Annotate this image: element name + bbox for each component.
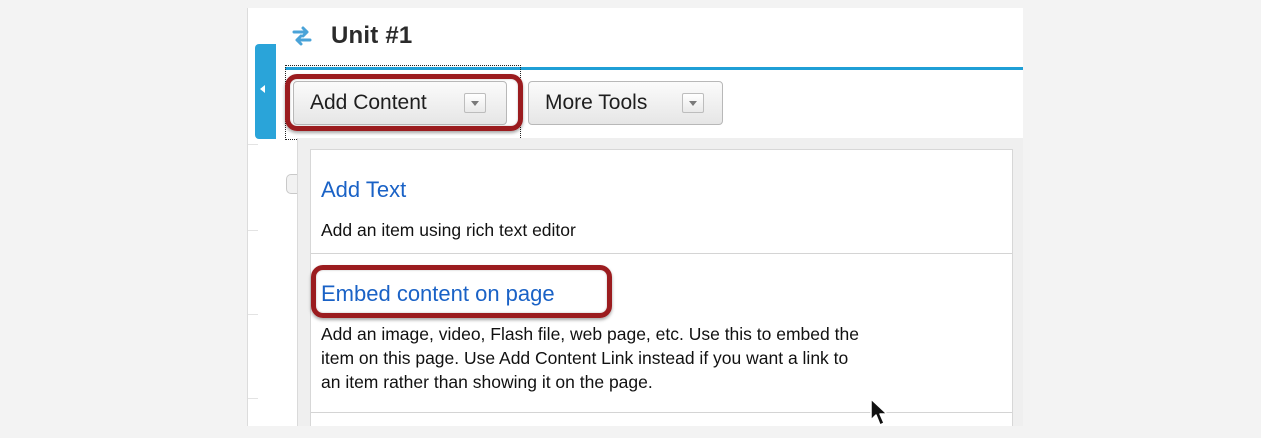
- menu-item-embed-content-description: Add an image, video, Flash file, web pag…: [321, 322, 997, 394]
- mouse-cursor-icon: [870, 398, 888, 426]
- menu-item-add-text-description: Add an item using rich text editor: [321, 220, 576, 240]
- collapse-arrow-icon: [260, 85, 265, 93]
- page-title: Unit #1: [331, 22, 413, 49]
- menu-divider: [311, 412, 1012, 413]
- description-line: item on this page. Use Add Content Link …: [321, 348, 849, 368]
- more-tools-button[interactable]: More Tools: [528, 81, 723, 125]
- side-handle: [286, 174, 297, 194]
- sidebar-collapse-tab[interactable]: [255, 44, 276, 139]
- swap-arrows-icon: [292, 26, 312, 46]
- chevron-down-icon: [682, 93, 704, 113]
- menu-divider: [311, 253, 1012, 254]
- description-line: an item rather than showing it on the pa…: [321, 372, 653, 392]
- embed-content-highlight: [311, 265, 612, 318]
- panel-left-border: [247, 8, 248, 426]
- description-line: Add an image, video, Flash file, web pag…: [321, 324, 859, 344]
- add-content-highlight: [285, 74, 523, 131]
- menu-item-add-text[interactable]: Add Text: [321, 177, 406, 203]
- more-tools-label: More Tools: [545, 91, 648, 114]
- lessons-panel: Unit #1 Add Content More Tools Add Text …: [247, 8, 1023, 426]
